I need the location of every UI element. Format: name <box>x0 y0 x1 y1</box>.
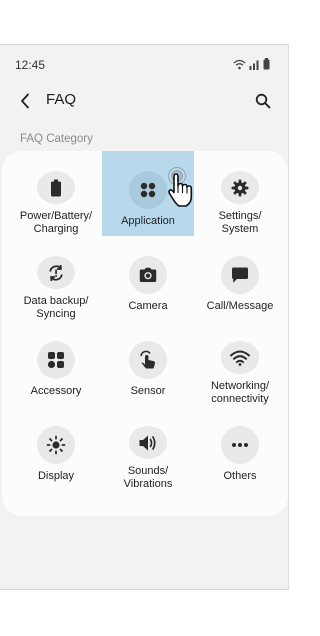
accessory-icon <box>47 352 64 369</box>
section-label: FAQ Category <box>20 133 93 145</box>
category-accessory[interactable]: Accessory <box>10 321 102 406</box>
category-call-message[interactable]: Call/Message <box>194 236 286 321</box>
category-label: Power/Battery/ Charging <box>19 210 93 235</box>
icon-circle <box>221 171 259 204</box>
category-grid: Power/Battery/ Charging Application Sett… <box>10 151 286 491</box>
camera-icon <box>139 267 157 282</box>
signal-icon <box>249 57 260 75</box>
icon-circle <box>221 341 259 374</box>
category-data-backup[interactable]: Data backup/ Syncing <box>10 236 102 321</box>
category-card: Power/Battery/ Charging Application Sett… <box>2 151 288 516</box>
category-label: Accessory <box>30 385 82 397</box>
status-time: 12:45 <box>15 58 46 72</box>
status-bar: 12:45 <box>0 45 288 85</box>
icon-circle <box>129 171 167 209</box>
back-arrow-icon <box>21 93 29 109</box>
category-label: Others <box>223 470 257 482</box>
gear-icon <box>231 179 249 196</box>
message-icon <box>232 267 248 283</box>
category-label: Sounds/ Vibrations <box>123 465 173 490</box>
more-icon <box>232 443 248 447</box>
icon-circle <box>37 426 75 464</box>
wifi-icon <box>233 57 246 75</box>
icon-circle <box>129 341 167 379</box>
page-title: FAQ <box>46 91 77 108</box>
search-icon <box>255 93 271 109</box>
category-label: Display <box>37 470 75 482</box>
brightness-icon <box>46 435 66 455</box>
category-power-battery[interactable]: Power/Battery/ Charging <box>10 151 102 236</box>
icon-circle <box>37 171 75 204</box>
icon-circle <box>129 256 167 294</box>
category-application[interactable]: Application <box>102 151 194 236</box>
wifi-icon <box>230 350 250 366</box>
icon-circle <box>221 256 259 294</box>
category-sensor[interactable]: Sensor <box>102 321 194 406</box>
category-label: Call/Message <box>206 300 274 312</box>
phone-screen: 12:45 FAQ FAQ Category Power/Battery/ Ch… <box>0 44 289 590</box>
category-label: Settings/ System <box>218 210 262 235</box>
icon-circle <box>221 426 259 464</box>
category-networking[interactable]: Networking/ connectivity <box>194 321 286 406</box>
app-bar: FAQ <box>0 83 288 119</box>
icon-circle <box>129 426 167 459</box>
battery-icon <box>51 179 61 196</box>
category-camera[interactable]: Camera <box>102 236 194 321</box>
category-label: Camera <box>128 300 168 312</box>
category-display[interactable]: Display <box>10 406 102 491</box>
icon-circle <box>37 341 75 379</box>
battery-icon <box>263 57 270 75</box>
category-others[interactable]: Others <box>194 406 286 491</box>
sync-icon <box>49 264 63 281</box>
search-button[interactable] <box>252 90 274 112</box>
category-settings-system[interactable]: Settings/ System <box>194 151 286 236</box>
apps-icon <box>140 182 156 198</box>
volume-icon <box>139 435 156 450</box>
category-label: Sensor <box>130 385 166 397</box>
touch-icon <box>140 350 155 369</box>
category-label: Networking/ connectivity <box>210 380 270 405</box>
icon-circle <box>37 256 75 289</box>
category-sounds-vibrations[interactable]: Sounds/ Vibrations <box>102 406 194 491</box>
category-label: Data backup/ Syncing <box>23 295 89 320</box>
status-icons <box>233 57 270 75</box>
category-label: Application <box>121 215 175 227</box>
back-button[interactable] <box>14 90 36 112</box>
